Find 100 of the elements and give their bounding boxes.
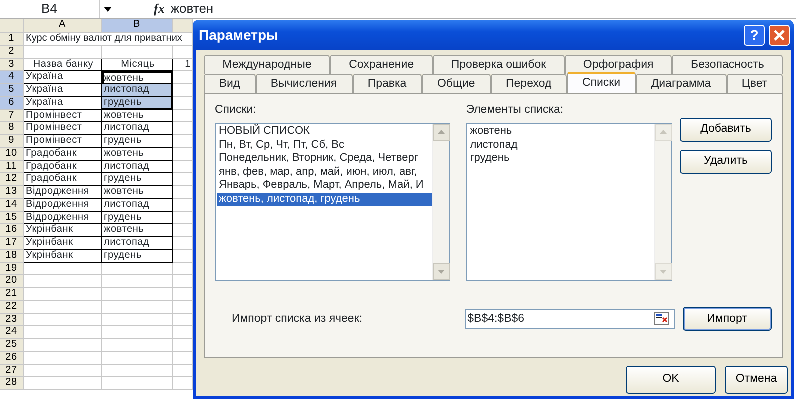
scrollbar[interactable] [432,124,450,280]
tab[interactable]: Проверка ошибок [432,55,565,74]
tab[interactable]: Переход [490,74,568,93]
row-header[interactable]: 24 [0,326,24,339]
close-button[interactable] [769,24,790,46]
tab[interactable]: Диаграмма [636,74,727,93]
table-cell[interactable]: Відродження [24,212,102,224]
table-cell[interactable]: Градобанк [24,148,102,160]
table-cell[interactable]: Укрінбанк [24,224,102,237]
row-header[interactable]: 18 [0,250,24,262]
row-header[interactable]: 25 [0,339,24,352]
list-item[interactable]: Январь, Февраль, Март, Апрель, Май, И [217,179,432,193]
table-cell[interactable]: жовтень [102,186,173,199]
ok-button[interactable]: OK [626,366,716,394]
scroll-down-icon[interactable] [433,263,450,280]
tab[interactable]: Правка [352,74,422,93]
row-header[interactable]: 27 [0,364,24,378]
table-cell[interactable]: Місяць [102,58,173,72]
table-cell[interactable] [102,364,173,378]
column-header[interactable]: B [102,19,173,33]
row-header[interactable]: 14 [0,198,24,212]
table-cell[interactable] [102,262,173,276]
table-cell[interactable]: Україна [24,71,102,84]
list-item[interactable]: Пн, Вт, Ср, Чт, Пт, Сб, Вс [217,138,432,152]
table-cell[interactable] [102,288,173,301]
column-header[interactable]: A [24,19,102,33]
lists-listbox[interactable]: НОВЫЙ СПИСОК Пн, Вт, Ср, Чт, Пт, Сб, Вс Понедельник, Вторник, Среда, Четверг янв, фев, мар, апр, май, июн, июл, авг, Январь, Февраль, Март, Апрель, Май, И жовтень, листопад, грудень [215,123,450,282]
tab[interactable]: Орфография [564,55,672,74]
table-cell[interactable] [24,288,102,301]
table-cell[interactable] [24,339,102,352]
row-header[interactable]: 17 [0,237,24,250]
row-header[interactable]: 2 [0,46,24,58]
name-box[interactable]: B4 [0,0,100,18]
row-header[interactable]: 19 [0,262,24,276]
row-header[interactable]: 15 [0,212,24,224]
table-cell[interactable] [24,377,102,390]
add-button[interactable]: Добавить [680,118,772,142]
table-cell[interactable] [24,262,102,276]
table-cell[interactable]: грудень [102,96,173,110]
table-cell[interactable] [102,314,173,326]
table-cell[interactable] [102,326,173,339]
table-cell[interactable]: Промінвест [24,122,102,135]
table-cell[interactable]: Градобанк [24,173,102,186]
tab[interactable]: Вид [204,74,256,93]
select-all-corner[interactable] [0,19,24,33]
table-cell[interactable] [102,377,173,390]
tab[interactable]: Списки [567,72,636,93]
table-cell[interactable]: Промінвест [24,110,102,122]
tab[interactable]: Цвет [726,74,784,93]
entries-box[interactable]: жовтень листопад грудень [466,123,672,282]
table-cell[interactable] [102,46,173,58]
table-cell[interactable]: жовтень [102,148,173,160]
table-cell[interactable]: Відродження [24,198,102,212]
row-header[interactable]: 22 [0,300,24,314]
row-header[interactable]: 11 [0,160,24,174]
table-cell[interactable]: грудень [102,173,173,186]
table-cell[interactable] [102,275,173,288]
row-header[interactable]: 4 [0,71,24,84]
table-cell[interactable] [24,314,102,326]
tab[interactable]: Международные [204,55,330,74]
table-cell[interactable] [24,326,102,339]
table-cell[interactable]: листопад [102,122,173,135]
scroll-up-icon[interactable] [433,124,450,142]
scroll-up-icon[interactable] [655,124,672,142]
tab[interactable]: Сохранение [330,55,433,74]
row-header[interactable]: 3 [0,58,24,72]
table-cell[interactable] [24,352,102,364]
tab[interactable]: Вычисления [256,74,352,93]
row-header[interactable]: 23 [0,314,24,326]
table-cell[interactable] [24,300,102,314]
row-header[interactable]: 12 [0,173,24,186]
list-item[interactable]: Понедельник, Вторник, Среда, Четверг [217,152,432,166]
table-cell[interactable]: Відродження [24,186,102,199]
table-cell[interactable]: листопад [102,84,173,97]
list-item[interactable]: жовтень, листопад, грудень [217,192,432,206]
import-button[interactable]: Импорт [682,307,772,332]
range-picker-icon[interactable] [654,311,670,328]
delete-button[interactable]: Удалить [680,150,772,174]
row-header[interactable]: 20 [0,275,24,288]
table-cell[interactable] [24,364,102,378]
sheet-title[interactable]: Курс обміну валют для приватних [24,33,193,46]
cancel-button[interactable]: Отмена [725,366,788,394]
tab[interactable]: Безопасность [672,55,784,74]
function-label[interactable]: fx [154,0,165,19]
scroll-down-icon[interactable] [655,263,672,280]
table-cell[interactable]: листопад [102,160,173,174]
table-cell[interactable]: грудень [102,250,173,262]
table-cell[interactable] [24,46,102,58]
table-cell[interactable]: Укрінбанк [24,250,102,262]
tab[interactable]: Общие [422,74,491,93]
scrollbar[interactable] [654,124,671,280]
row-header[interactable]: 16 [0,224,24,237]
table-cell[interactable]: грудень [102,135,173,148]
table-cell[interactable] [102,300,173,314]
table-cell[interactable]: жовтень [102,110,173,122]
table-cell[interactable]: листопад [102,198,173,212]
table-cell[interactable]: Промінвест [24,135,102,148]
row-header[interactable]: 1 [0,33,24,46]
row-header[interactable]: 10 [0,148,24,160]
table-cell[interactable]: жовтень [102,224,173,237]
